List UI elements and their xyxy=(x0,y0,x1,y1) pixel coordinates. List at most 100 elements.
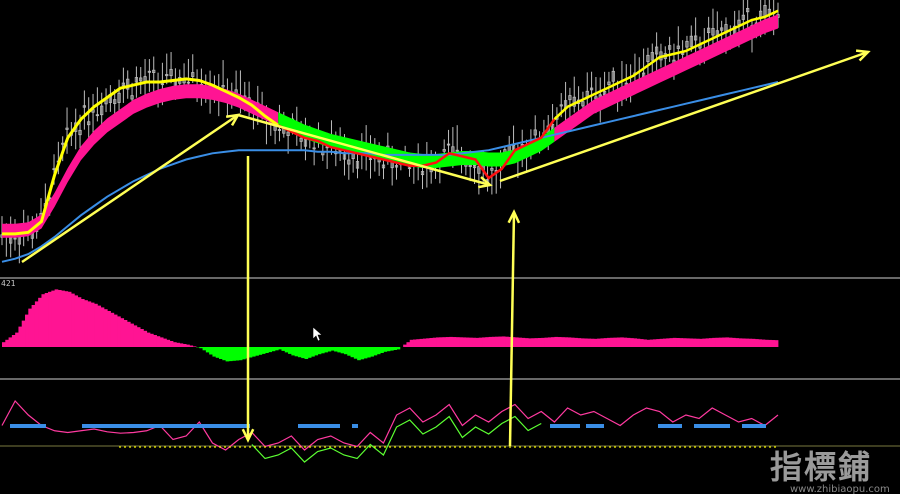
pane-label: 421 xyxy=(1,279,16,288)
signal-dot xyxy=(514,446,516,448)
histogram-bar xyxy=(61,290,65,347)
oscillator-pane xyxy=(1,399,779,463)
histogram-bar xyxy=(528,338,532,347)
histogram-bar xyxy=(643,339,647,347)
signal-dot xyxy=(329,446,331,448)
signal-dot xyxy=(334,446,336,448)
histogram-bar xyxy=(136,327,141,347)
signal-dot xyxy=(719,446,721,448)
histogram-bar xyxy=(107,311,111,347)
signal-dot xyxy=(294,446,296,448)
histogram-bar xyxy=(452,337,457,347)
histogram-bar xyxy=(646,339,651,347)
histogram-bar xyxy=(87,301,92,347)
signal-dot xyxy=(729,446,731,448)
histogram-bar xyxy=(429,338,434,347)
histogram-bar xyxy=(242,347,246,360)
histogram-bar xyxy=(366,347,371,358)
histogram-bar xyxy=(761,339,766,347)
histogram-bar xyxy=(531,338,536,347)
histogram-bar xyxy=(304,347,309,359)
histogram-bar xyxy=(590,338,595,347)
signal-dot xyxy=(754,446,756,448)
histogram-bar xyxy=(205,347,210,353)
signal-dot xyxy=(709,446,711,448)
histogram-bar xyxy=(15,332,19,347)
signal-dot xyxy=(409,446,411,448)
histogram-bar xyxy=(524,338,529,347)
histogram-bar xyxy=(554,336,559,347)
signal-dot xyxy=(599,446,601,448)
histogram-bar xyxy=(459,337,463,347)
signal-dot xyxy=(674,446,676,448)
signal-dot xyxy=(404,446,406,448)
signal-dot xyxy=(284,446,286,448)
signal-dot xyxy=(229,446,231,448)
annotation-arrow xyxy=(499,50,869,183)
signal-dot xyxy=(629,446,631,448)
signal-dot xyxy=(634,446,636,448)
histogram-bar xyxy=(768,339,772,347)
histogram-bar xyxy=(419,338,424,347)
histogram-bar xyxy=(156,336,161,347)
chart-canvas[interactable]: 421 指標鋪 www.zhibiaopu.com xyxy=(0,0,900,494)
histogram-bar xyxy=(199,347,203,349)
histogram-bar xyxy=(413,339,417,347)
signal-dot xyxy=(614,446,616,448)
histogram-bar xyxy=(172,342,177,347)
histogram-bar xyxy=(258,347,263,355)
signal-dot xyxy=(239,446,241,448)
signal-dot xyxy=(304,446,306,448)
histogram-bar xyxy=(334,347,338,352)
histogram-bar xyxy=(350,347,355,358)
signal-dot xyxy=(489,446,491,448)
histogram-bar xyxy=(225,347,230,362)
signal-dot xyxy=(739,446,741,448)
histogram-bar xyxy=(626,337,631,347)
signal-dot xyxy=(264,446,266,448)
annotations xyxy=(21,49,871,447)
signal-dot xyxy=(209,446,211,448)
histogram-bar xyxy=(324,347,328,353)
histogram-bar xyxy=(48,291,52,347)
signal-dot xyxy=(499,446,501,448)
histogram-bar xyxy=(340,347,345,354)
histogram-bar xyxy=(113,314,118,347)
histogram-bar xyxy=(728,337,733,347)
arrow-pointer-shape xyxy=(312,326,323,342)
ribbon-band xyxy=(2,14,778,238)
signal-dot xyxy=(369,446,371,448)
signal-dot xyxy=(559,446,561,448)
histogram-bar xyxy=(327,347,332,352)
histogram-bar xyxy=(307,347,312,358)
histogram-bar xyxy=(449,336,453,347)
signal-dot xyxy=(594,446,596,448)
histogram-bar xyxy=(426,338,430,347)
histogram-bar xyxy=(140,329,144,347)
histogram-bar xyxy=(653,339,657,347)
signal-dot xyxy=(394,446,396,448)
signal-dot xyxy=(689,446,691,448)
signal-dot xyxy=(244,446,246,448)
histogram-bar xyxy=(580,338,585,347)
histogram-bar xyxy=(659,338,664,347)
histogram-bar xyxy=(669,338,674,347)
histogram-bar xyxy=(176,342,180,347)
slow-ma-line xyxy=(1,81,779,263)
histogram-bar xyxy=(317,347,322,355)
signal-dot xyxy=(749,446,751,448)
histogram-bar xyxy=(71,293,75,347)
signal-dot xyxy=(324,446,326,448)
histogram-bar xyxy=(498,336,503,347)
histogram-bar xyxy=(130,323,134,347)
histogram-bar xyxy=(380,347,384,353)
histogram-bar xyxy=(166,339,171,347)
histogram-bar xyxy=(547,337,552,347)
histogram-bar xyxy=(482,337,486,347)
histogram-bar xyxy=(748,338,753,347)
histogram-bar xyxy=(597,338,601,347)
signal-dot xyxy=(189,446,191,448)
histogram-bar xyxy=(54,289,59,347)
histogram-bar xyxy=(320,347,325,354)
histogram-bar xyxy=(117,316,121,347)
